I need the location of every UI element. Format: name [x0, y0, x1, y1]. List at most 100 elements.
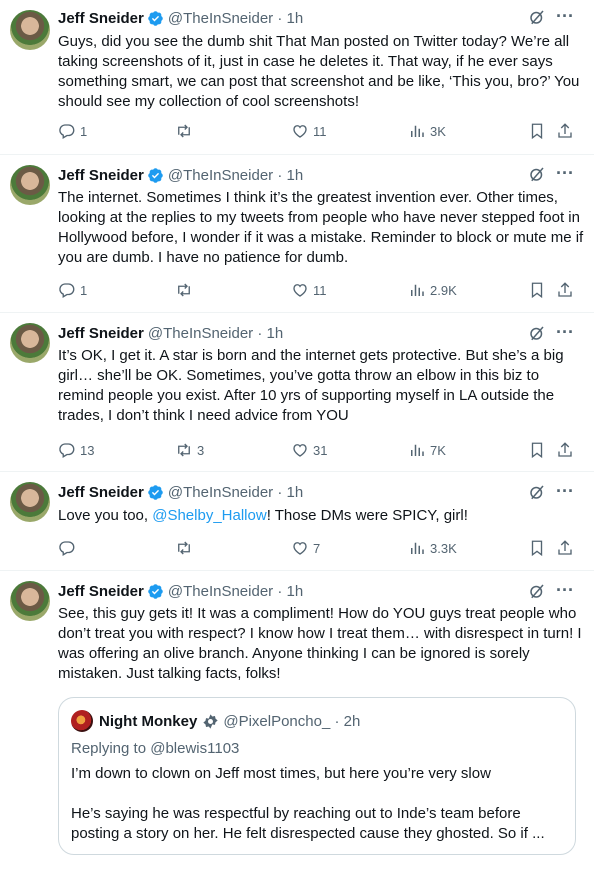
reply-button[interactable]: 1 — [58, 121, 87, 141]
like-button[interactable]: 11 — [291, 280, 327, 300]
like-count: 7 — [313, 540, 321, 556]
tweet[interactable]: Jeff Sneider @TheInSneider · 1h ··· It’s… — [0, 313, 594, 472]
more-icon[interactable]: ··· — [556, 163, 574, 184]
like-icon — [291, 539, 309, 557]
author-handle[interactable]: @PixelPoncho_ · 2h — [223, 713, 360, 730]
tweet[interactable]: Jeff Sneider @TheInSneider · 1h ··· Love… — [0, 472, 594, 571]
grok-icon[interactable] — [528, 582, 546, 600]
grok-icon[interactable] — [528, 483, 546, 501]
affiliate-badge-icon — [202, 713, 219, 730]
views-button[interactable]: 3K — [408, 121, 446, 141]
views-count: 3K — [430, 123, 446, 139]
reply-button[interactable]: 1 — [58, 280, 87, 300]
quoted-tweet-text: I’m down to clown on Jeff most times, bu… — [71, 765, 545, 842]
repost-icon — [175, 441, 193, 459]
tweet[interactable]: Jeff Sneider @TheInSneider · 1h ··· See,… — [0, 571, 594, 869]
avatar[interactable] — [71, 710, 93, 732]
author-name[interactable]: Jeff Sneider — [58, 167, 144, 184]
share-button[interactable] — [556, 121, 574, 141]
share-icon — [556, 122, 574, 140]
grok-icon[interactable] — [528, 165, 546, 183]
like-count: 31 — [313, 442, 328, 458]
repost-button[interactable]: 3 — [175, 440, 204, 460]
share-button[interactable] — [556, 440, 574, 460]
repost-button[interactable] — [175, 280, 197, 300]
author-name[interactable]: Jeff Sneider — [58, 484, 144, 501]
views-button[interactable]: 7K — [408, 440, 446, 460]
tweet-actions: 13 3 31 7K — [58, 440, 578, 460]
avatar[interactable] — [10, 581, 50, 621]
bookmark-button[interactable] — [528, 280, 546, 300]
avatar[interactable] — [10, 10, 50, 50]
grok-icon[interactable] — [528, 8, 546, 26]
more-icon[interactable]: ··· — [556, 6, 574, 27]
tweet-actions: 1 11 2.9K — [58, 280, 578, 300]
share-button[interactable] — [556, 280, 574, 300]
tweet-text: Guys, did you see the dumb shit That Man… — [58, 33, 584, 110]
reply-icon — [58, 122, 76, 140]
tweet-actions: 1 11 3K — [58, 121, 578, 141]
author-handle[interactable]: @TheInSneider · 1h — [168, 583, 303, 600]
verified-badge-icon — [147, 10, 164, 27]
bookmark-button[interactable] — [528, 121, 546, 141]
share-button[interactable] — [556, 538, 574, 558]
reply-icon — [58, 539, 76, 557]
reply-icon — [58, 441, 76, 459]
bookmark-button[interactable] — [528, 440, 546, 460]
verified-badge-icon — [147, 167, 164, 184]
tweet-header: Jeff Sneider @TheInSneider · 1h — [58, 8, 303, 28]
avatar[interactable] — [10, 323, 50, 363]
author-name[interactable]: Jeff Sneider — [58, 325, 144, 342]
share-icon — [556, 281, 574, 299]
views-count: 7K — [430, 442, 446, 458]
views-button[interactable]: 3.3K — [408, 538, 457, 558]
repost-count: 3 — [197, 442, 205, 458]
reply-button[interactable]: 13 — [58, 440, 94, 460]
views-icon — [408, 281, 426, 299]
views-button[interactable]: 2.9K — [408, 280, 457, 300]
author-handle[interactable]: @TheInSneider · 1h — [168, 484, 303, 501]
like-button[interactable]: 31 — [291, 440, 327, 460]
mention-link[interactable]: @Shelby_Hallow — [152, 507, 266, 524]
like-icon — [291, 441, 309, 459]
tweet[interactable]: Jeff Sneider @TheInSneider · 1h ··· Guys… — [0, 0, 594, 155]
reply-button[interactable] — [58, 538, 80, 558]
reply-count: 1 — [80, 282, 88, 298]
avatar[interactable] — [10, 165, 50, 205]
tweet[interactable]: Jeff Sneider @TheInSneider · 1h ··· The … — [0, 155, 594, 313]
tweet-text-part: ! Those DMs were SPICY, girl! — [266, 507, 468, 524]
avatar[interactable] — [10, 482, 50, 522]
more-icon[interactable]: ··· — [556, 322, 574, 343]
like-icon — [291, 122, 309, 140]
more-icon[interactable]: ··· — [556, 481, 574, 502]
tweet-text-part: Love you too, — [58, 507, 153, 524]
repost-button[interactable] — [175, 121, 197, 141]
views-icon — [408, 539, 426, 557]
author-name[interactable]: Night Monkey — [99, 713, 197, 730]
bookmark-button[interactable] — [528, 538, 546, 558]
author-handle[interactable]: @TheInSneider · 1h — [168, 167, 303, 184]
tweet-header: Jeff Sneider @TheInSneider · 1h — [58, 323, 283, 343]
author-handle[interactable]: @TheInSneider · 1h — [168, 10, 303, 27]
repost-button[interactable] — [175, 538, 197, 558]
bookmark-icon — [528, 441, 546, 459]
quoted-tweet[interactable]: Night Monkey @PixelPoncho_ · 2h Replying… — [58, 697, 576, 855]
author-name[interactable]: Jeff Sneider — [58, 10, 144, 27]
like-button[interactable]: 11 — [291, 121, 327, 141]
like-button[interactable]: 7 — [291, 538, 320, 558]
grok-icon[interactable] — [528, 324, 546, 342]
tweet-text: Love you too, @Shelby_Hallow! Those DMs … — [58, 506, 584, 526]
share-icon — [556, 441, 574, 459]
repost-icon — [175, 281, 193, 299]
verified-badge-icon — [147, 484, 164, 501]
share-icon — [556, 539, 574, 557]
author-handle[interactable]: @TheInSneider · 1h — [148, 325, 283, 342]
like-count: 11 — [313, 282, 327, 298]
tweet-header: Jeff Sneider @TheInSneider · 1h — [58, 581, 303, 601]
tweet-header: Jeff Sneider @TheInSneider · 1h — [58, 482, 303, 502]
repost-icon — [175, 122, 193, 140]
reply-count: 1 — [80, 123, 88, 139]
more-icon[interactable]: ··· — [556, 580, 574, 601]
author-name[interactable]: Jeff Sneider — [58, 583, 144, 600]
views-icon — [408, 122, 426, 140]
